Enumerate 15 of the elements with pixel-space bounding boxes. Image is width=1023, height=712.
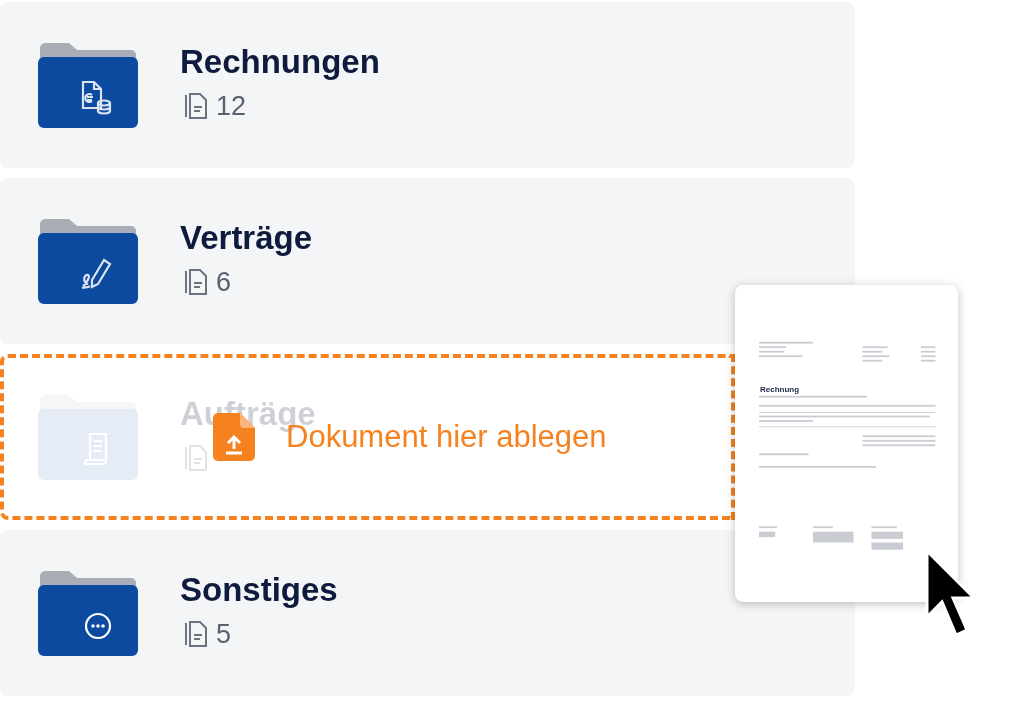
more-options-icon (84, 612, 112, 640)
document-count: 6 (216, 266, 232, 298)
signature-pen-icon (80, 258, 112, 290)
folder-name: Sonstiges (180, 570, 338, 609)
folder-name: Rechnungen (180, 42, 380, 81)
folder-card[interactable]: Sonstiges 5 (0, 530, 855, 696)
document-count: 12 (216, 90, 247, 122)
document-count: 5 (216, 618, 232, 650)
document-list-icon (83, 432, 108, 466)
document-preview[interactable]: Rechnung (735, 285, 958, 602)
invoice-coins-icon (81, 80, 112, 115)
folder-card[interactable]: Verträge 6 (0, 178, 855, 344)
folder-card[interactable]: Rechnungen 12 (0, 2, 855, 168)
folder-name: Verträge (180, 218, 313, 257)
document-title: Rechnung (760, 385, 800, 394)
